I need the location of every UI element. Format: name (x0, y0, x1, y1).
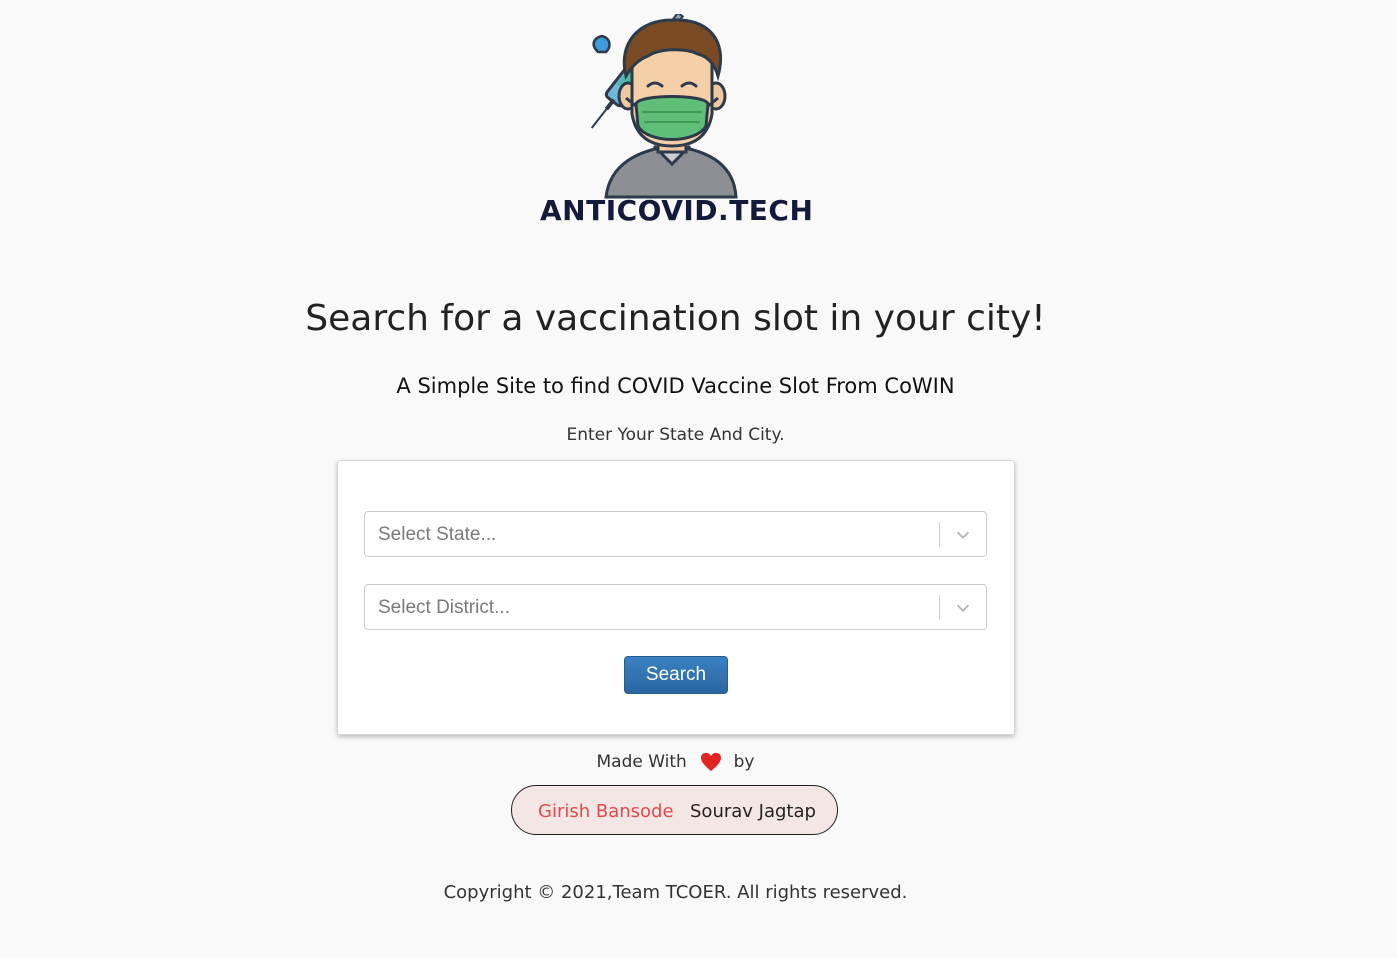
state-select-separator (939, 522, 940, 547)
copyright-text: Copyright © 2021,Team TCOER. All rights … (443, 882, 908, 903)
logo-wordmark: ANTICOVID.TECH (540, 194, 814, 227)
page: ANTICOVID.TECH Search for a vaccination … (0, 0, 1397, 958)
masked-man-vaccine-icon (590, 14, 738, 199)
chevron-down-icon[interactable] (954, 599, 972, 617)
made-with-prefix: Made With (596, 752, 687, 772)
author-link-girish[interactable]: Girish Bansode (538, 801, 674, 822)
form-instruction: Enter Your State And City. (566, 425, 785, 445)
made-with-line: Made With by (0, 752, 1351, 772)
district-select-placeholder: Select District... (378, 597, 510, 618)
author-link-sourav[interactable]: Sourav Jagtap (690, 801, 816, 822)
page-title: Search for a vaccination slot in your ci… (305, 298, 1046, 339)
authors-pill: Girish Bansode Sourav Jagtap (511, 785, 838, 835)
heart-icon (701, 752, 722, 772)
search-card: Select State... Select District... Searc… (337, 460, 1015, 735)
made-with-suffix: by (733, 752, 755, 772)
district-select[interactable]: Select District... (364, 584, 987, 630)
state-select[interactable]: Select State... (364, 511, 987, 557)
search-button[interactable]: Search (624, 656, 728, 694)
state-select-placeholder: Select State... (378, 524, 497, 545)
page-subtitle: A Simple Site to find COVID Vaccine Slot… (396, 374, 955, 398)
district-select-separator (939, 595, 940, 620)
chevron-down-icon[interactable] (954, 526, 972, 544)
site-logo[interactable]: ANTICOVID.TECH (540, 10, 814, 235)
